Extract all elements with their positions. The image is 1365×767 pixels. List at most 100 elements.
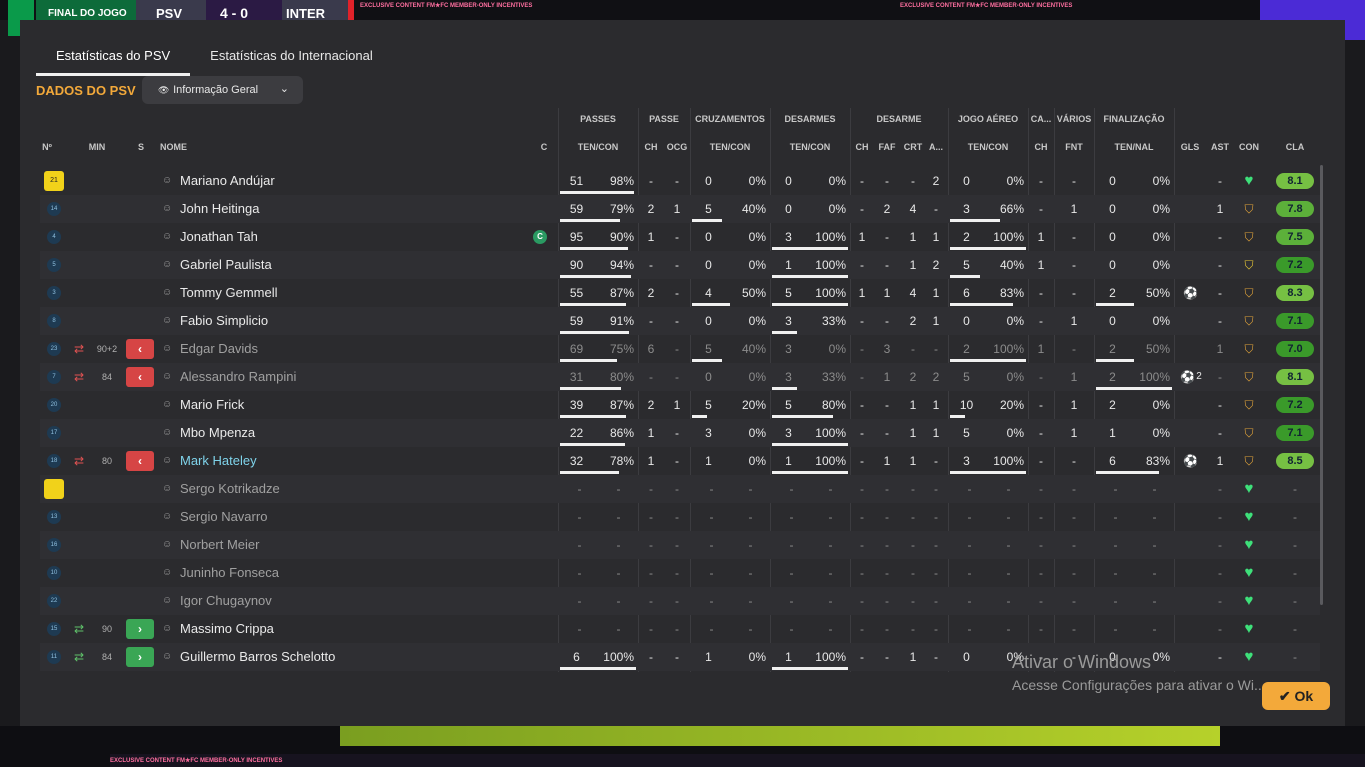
player-row[interactable]: 7 ⇄ 84 ‹ ☺ Alessandro Rampini 31 80% - -0 0% 3 33% -1… <box>40 363 1320 391</box>
column-header-passe_ch[interactable]: CH <box>640 142 662 152</box>
aerial-pct: 40% <box>999 258 1024 272</box>
passe-ocg: - <box>675 594 679 608</box>
aerial-attempts: 0 <box>963 174 970 188</box>
match-status: FINAL DO JOGO <box>36 0 136 20</box>
tackle-a: - <box>934 566 938 580</box>
player-row[interactable]: 5 ☺ Gabriel Paulista 90 94% - -0 0% 1 100% - -1 2 5 40… <box>40 251 1320 279</box>
assists: - <box>1218 566 1222 580</box>
player-name[interactable]: Mario Frick <box>180 391 244 419</box>
column-header-fnt[interactable]: FNT <box>1054 142 1094 152</box>
tackle-crt: - <box>911 566 915 580</box>
player-row[interactable]: 22 ☺ Igor Chugaynov - - - - - - - - - - - - - - - - - - - ♥ - <box>40 587 1320 615</box>
player-row[interactable]: 8 ☺ Fabio Simplicio 59 91% - -0 0% 3 33% - -2 1 0 0% -1… <box>40 307 1320 335</box>
aerial-pct: - <box>1006 510 1011 524</box>
shirt-number: 13 <box>47 510 61 524</box>
rating-badge: - <box>1293 482 1297 496</box>
player-row[interactable]: 16 ☺ Norbert Meier - - - - - - - - - - - - - - - - - - - ♥ - <box>40 531 1320 559</box>
subbed-off-icon[interactable]: ‹ <box>126 367 154 387</box>
column-header-nome[interactable]: NOME <box>160 142 220 152</box>
column-header-passe_ocg[interactable]: OCG <box>664 142 690 152</box>
player-name[interactable]: Fabio Simplicio <box>180 307 268 335</box>
shots-attempts: 1 <box>1109 426 1116 440</box>
player-row[interactable]: 14 ☺ John Heitinga 59 79% 2 1 5 40% 0 0% -2 4-3 66% -1… <box>40 195 1320 223</box>
player-name[interactable]: Norbert Meier <box>180 531 259 559</box>
player-row[interactable]: 4 ☺ Jonathan Tah C 95 90% 1-0 0% 3 100% 1-1 1 2 100% 1… <box>40 223 1320 251</box>
player-row[interactable]: 3 ☺ Tommy Gemmell 55 87% 2-4 50% 5 100% 1 1 4 1 6 83% -… <box>40 279 1320 307</box>
ok-button[interactable]: ✔ Ok <box>1262 682 1330 710</box>
rating-badge: 7.5 <box>1276 229 1314 245</box>
subbed-on-icon[interactable]: › <box>126 619 154 639</box>
column-header-min[interactable]: MIN <box>82 142 112 152</box>
player-name[interactable]: Alessandro Rampini <box>180 363 296 391</box>
player-icon: ☺ <box>162 427 173 438</box>
player-row[interactable]: ☺ Sergo Kotrikadze - - - - - - - - - - - - - - - - - - - ♥ - <box>40 475 1320 503</box>
column-header-passes[interactable]: TEN/CON <box>558 142 638 152</box>
column-header-des_a[interactable]: A... <box>926 142 946 152</box>
tackles-bar <box>772 387 797 390</box>
player-row[interactable]: 23 ⇄ 90+2 ‹ ☺ Edgar Davids 69 75% 6-5 40% 3 0% -3- -2… <box>40 335 1320 363</box>
aerial-pct: - <box>1006 594 1011 608</box>
player-name[interactable]: Igor Chugaynov <box>180 587 272 615</box>
column-header-des_crt[interactable]: CRT <box>902 142 924 152</box>
player-name[interactable]: Edgar Davids <box>180 335 258 363</box>
column-header-s[interactable]: S <box>134 142 148 152</box>
player-row[interactable]: 21 ☺ Mariano Andújar 51 98% - -0 0% 0 0% - - -2 0 0% - -… <box>40 167 1320 195</box>
condition-heart-icon: ♥ <box>1244 172 1254 189</box>
player-icon: ☺ <box>162 175 173 186</box>
player-name[interactable]: Guillermo Barros Schelotto <box>180 643 335 671</box>
passe-ocg: - <box>675 342 679 356</box>
goal-icon: ⚽ <box>1183 454 1198 468</box>
passe-ch: 2 <box>647 286 655 300</box>
column-header-gls[interactable]: GLS <box>1178 142 1202 152</box>
player-name[interactable]: Jonathan Tah <box>180 223 258 251</box>
crosses-attempts: 0 <box>705 174 712 188</box>
player-row[interactable]: 18 ⇄ 80 ‹ ☺ Mark Hateley 32 78% 1-1 0% 1 100% -1 1-3 1… <box>40 447 1320 475</box>
crosses-pct: - <box>748 482 753 496</box>
subbed-off-icon[interactable]: ‹ <box>126 339 154 359</box>
tackle-ch: 1 <box>858 230 866 244</box>
column-header-aereo[interactable]: TEN/CON <box>948 142 1028 152</box>
passes-bar <box>560 303 626 306</box>
tackles-bar <box>772 667 848 670</box>
rating-badge: 7.1 <box>1276 425 1314 441</box>
player-row[interactable]: 13 ☺ Sergio Navarro - - - - - - - - - - - - - - - - - - - ♥ - <box>40 503 1320 531</box>
player-name[interactable]: Mark Hateley <box>180 447 257 475</box>
shots-attempts: - <box>1113 566 1118 580</box>
column-header-c[interactable]: C <box>534 142 554 152</box>
substitution-icon: ⇄ <box>74 454 85 468</box>
tackles-bar <box>772 443 848 446</box>
player-name[interactable]: Mbo Mpenza <box>180 419 255 447</box>
player-name[interactable]: John Heitinga <box>180 195 260 223</box>
rating-badge: 8.1 <box>1276 173 1314 189</box>
subbed-on-icon[interactable]: › <box>126 647 154 667</box>
player-row[interactable]: 10 ☺ Juninho Fonseca - - - - - - - - - - - - - - - - - - - ♥ - <box>40 559 1320 587</box>
column-header-cruz[interactable]: TEN/CON <box>690 142 770 152</box>
player-row[interactable]: 17 ☺ Mbo Mpenza 22 86% 1-3 0% 3 100% - -1 1 5 0% -1 1 0%… <box>40 419 1320 447</box>
view-dropdown[interactable]: 👁 Informação Geral ⌄ <box>142 76 303 104</box>
group-header-finalizacao: FINALIZAÇÃO <box>1103 114 1165 124</box>
player-row[interactable]: 20 ☺ Mario Frick 39 87% 2 1 5 20% 5 80% - -1 1 10 20% -1… <box>40 391 1320 419</box>
column-header-no[interactable]: Nº <box>40 142 54 152</box>
subbed-off-icon[interactable]: ‹ <box>126 451 154 471</box>
player-name[interactable]: Gabriel Paulista <box>180 251 272 279</box>
player-name[interactable]: Tommy Gemmell <box>180 279 278 307</box>
column-header-des_faf[interactable]: FAF <box>876 142 898 152</box>
tab-internacional-stats[interactable]: Estatísticas do Internacional <box>190 46 393 76</box>
column-header-con[interactable]: CON <box>1236 142 1262 152</box>
column-header-ast[interactable]: AST <box>1208 142 1232 152</box>
player-name[interactable]: Sergo Kotrikadze <box>180 475 280 503</box>
tab-psv-stats[interactable]: Estatísticas do PSV <box>36 46 191 76</box>
player-row[interactable]: 15 ⇄ 90 › ☺ Massimo Crippa - - - - - - - - - - - - - - - - - - -… <box>40 615 1320 643</box>
player-name[interactable]: Sergio Navarro <box>180 503 267 531</box>
column-header-des_ch[interactable]: CH <box>852 142 872 152</box>
column-header-cla[interactable]: CLA <box>1276 142 1314 152</box>
scrollbar[interactable] <box>1320 165 1323 605</box>
shots-attempts: - <box>1113 538 1118 552</box>
player-icon: ☺ <box>162 371 173 382</box>
column-header-ca_ch[interactable]: CH <box>1028 142 1054 152</box>
player-name[interactable]: Mariano Andújar <box>180 167 275 195</box>
player-name[interactable]: Juninho Fonseca <box>180 559 279 587</box>
column-header-desarmes[interactable]: TEN/CON <box>770 142 850 152</box>
player-name[interactable]: Massimo Crippa <box>180 615 274 643</box>
column-header-fin[interactable]: TEN/NAL <box>1094 142 1174 152</box>
